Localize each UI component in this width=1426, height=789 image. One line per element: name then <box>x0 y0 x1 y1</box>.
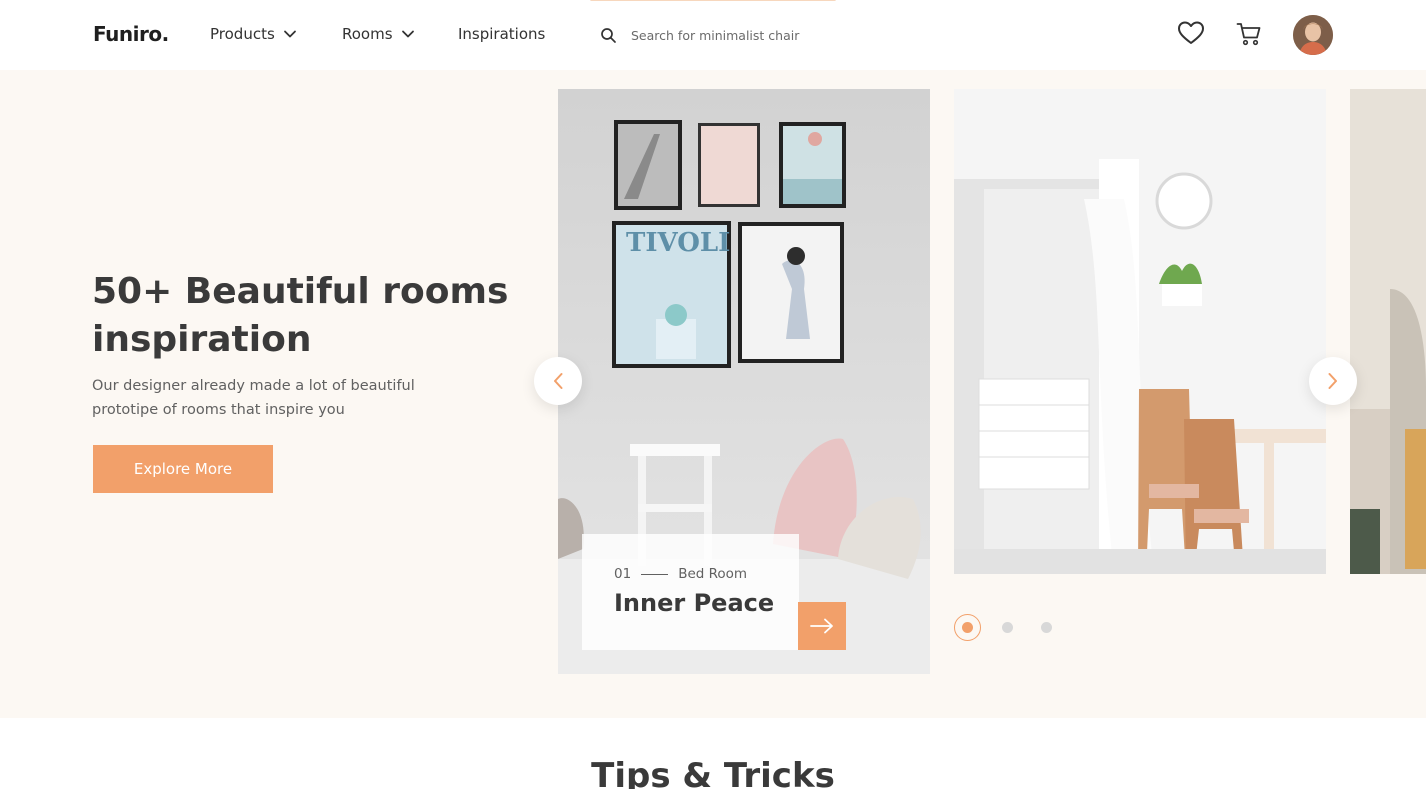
explore-more-button[interactable]: Explore More <box>93 445 273 493</box>
cart-icon[interactable] <box>1236 22 1262 46</box>
slide-number: 01 <box>614 566 632 582</box>
slide-card-partial[interactable] <box>1350 89 1426 574</box>
svg-text:TIVOLI: TIVOLI <box>626 228 730 258</box>
arrow-right-icon <box>810 618 833 634</box>
chevron-left-icon <box>554 373 563 389</box>
nav-item-products[interactable]: Products <box>210 25 297 43</box>
section-title: Tips & Tricks <box>591 756 835 789</box>
nav-item-inspirations[interactable]: Inspirations <box>458 25 545 43</box>
slide-category: Bed Room <box>678 566 748 582</box>
search-input[interactable] <box>631 27 851 43</box>
avatar-image <box>1293 15 1333 55</box>
heart-icon[interactable] <box>1177 20 1205 46</box>
site-header: Funiro. Products Rooms Inspirations <box>0 0 1426 70</box>
search-icon[interactable] <box>600 27 617 44</box>
header-accent-bar <box>590 0 836 1</box>
search-box[interactable] <box>600 24 860 46</box>
slider-dot-2[interactable] <box>1002 622 1013 633</box>
slide-info-card: 01 Bed Room Inner Peace <box>582 534 799 650</box>
chevron-down-icon <box>283 30 296 38</box>
hero-title: 50+ Beautiful rooms inspiration <box>92 271 509 360</box>
nav-item-label: Products <box>210 25 275 43</box>
slider-dots <box>954 614 1052 641</box>
slider-dot-1[interactable] <box>954 614 981 641</box>
slide-card-dining[interactable] <box>954 89 1326 574</box>
nav-item-rooms[interactable]: Rooms <box>342 25 415 43</box>
living-room-image <box>1350 89 1426 574</box>
chevron-down-icon <box>401 30 414 38</box>
slide-meta: 01 Bed Room <box>614 566 747 582</box>
dining-room-image <box>954 89 1326 574</box>
hero-subtitle: Our designer already made a lot of beaut… <box>92 378 415 418</box>
slider-next-button[interactable] <box>1309 357 1357 405</box>
hero-section: 50+ Beautiful rooms inspiration Our desi… <box>0 70 1426 718</box>
slider-prev-button[interactable] <box>534 357 582 405</box>
chevron-right-icon <box>1328 373 1337 389</box>
meta-divider <box>641 573 669 575</box>
user-avatar[interactable] <box>1293 15 1333 55</box>
brand-logo[interactable]: Funiro. <box>93 22 169 46</box>
nav-item-label: Rooms <box>342 25 393 43</box>
slider-dot-3[interactable] <box>1041 622 1052 633</box>
slide-open-button[interactable] <box>798 602 846 650</box>
slide-title: Inner Peace <box>614 589 775 617</box>
nav-item-label: Inspirations <box>458 25 546 43</box>
